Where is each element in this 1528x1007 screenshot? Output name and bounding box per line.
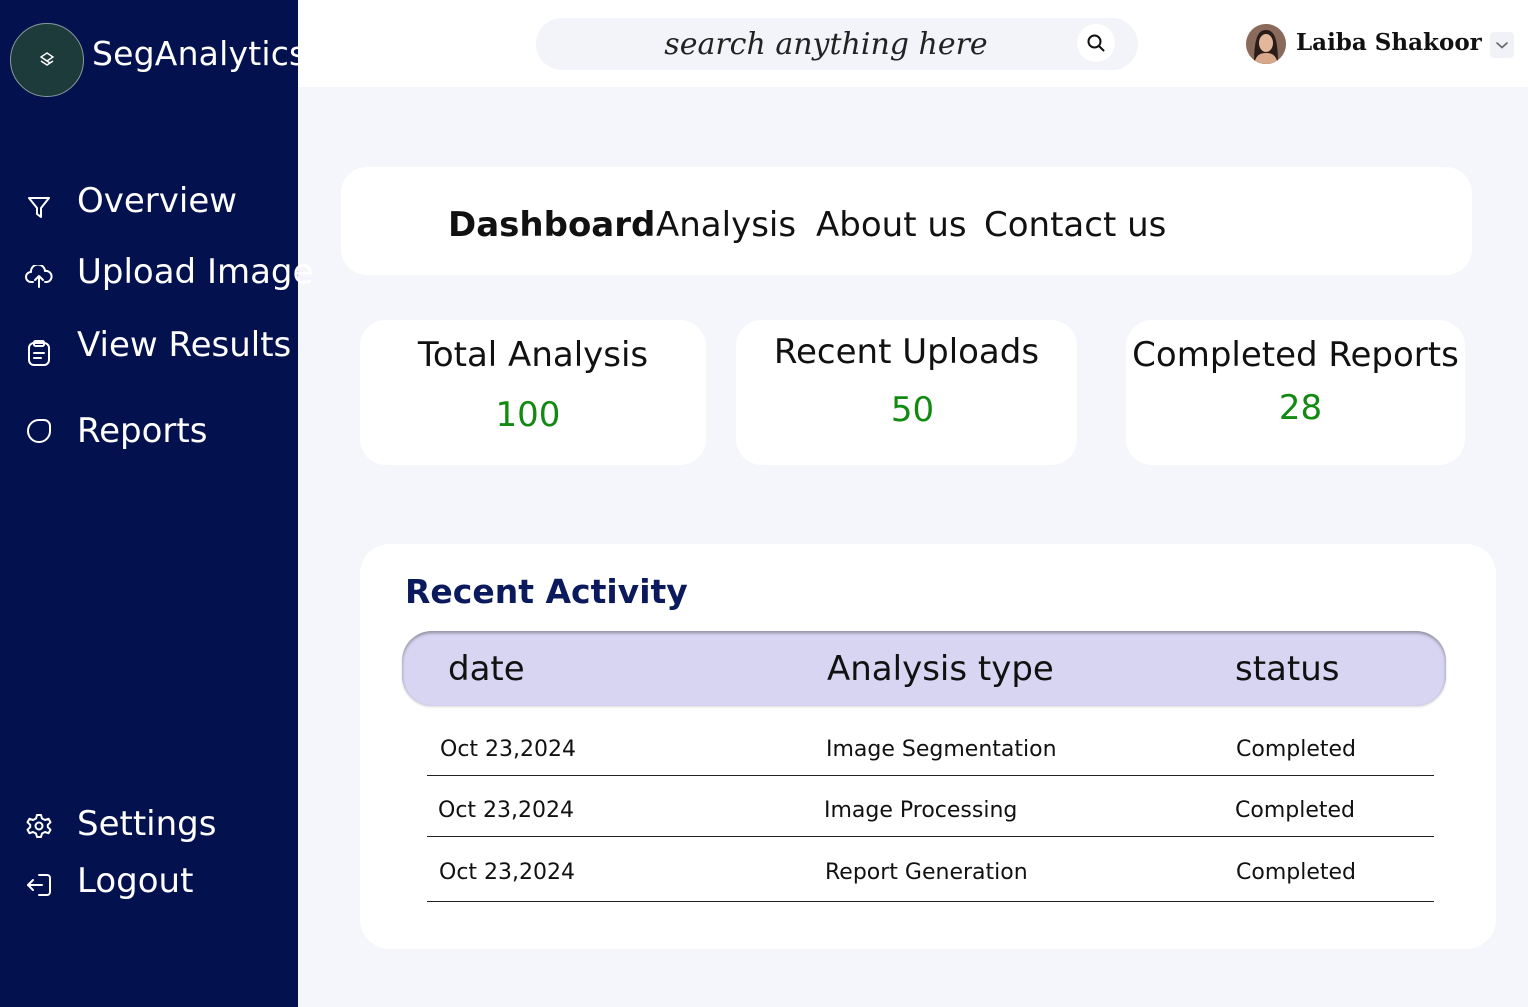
top-header: Laiba Shakoor	[298, 0, 1528, 87]
user-name[interactable]: Laiba Shakoor	[1296, 29, 1482, 56]
cell-analysis-type: Image Processing	[824, 798, 1018, 823]
table-header: date Analysis type status	[402, 631, 1446, 706]
sidebar-item-overview[interactable]: Overview	[24, 181, 237, 223]
filter-icon	[24, 193, 54, 223]
stat-value: 100	[495, 395, 561, 435]
stat-card-recent-uploads: Recent Uploads 50	[736, 320, 1077, 465]
column-header-date: date	[448, 649, 525, 689]
gear-icon	[24, 811, 54, 841]
brand-name: SegAnalytics	[92, 34, 307, 73]
sidebar-item-reports[interactable]: Reports	[24, 411, 207, 451]
clipboard-icon	[24, 338, 54, 368]
cell-status: Completed	[1236, 737, 1356, 762]
cell-status: Completed	[1235, 798, 1355, 823]
recent-activity-panel: Recent Activity date Analysis type statu…	[360, 544, 1496, 949]
sidebar-item-logout[interactable]: Logout	[24, 861, 193, 901]
cell-date: Oct 23,2024	[438, 798, 575, 823]
stat-card-completed-reports: Completed Reports 28	[1126, 320, 1465, 465]
stat-value: 50	[890, 390, 935, 430]
sidebar-item-label: Overview	[77, 181, 238, 221]
cloud-upload-icon	[24, 262, 54, 292]
cell-analysis-type: Report Generation	[825, 860, 1028, 885]
tab-analysis[interactable]: Analysis	[656, 205, 796, 245]
column-header-analysis-type: Analysis type	[827, 649, 1054, 689]
tab-dashboard[interactable]: Dashboard	[448, 205, 655, 245]
search-button[interactable]	[1077, 24, 1115, 62]
table-row[interactable]: Oct 23,2024 Report Generation Completed	[427, 837, 1434, 902]
cell-date: Oct 23,2024	[439, 860, 576, 885]
stat-value: 28	[1278, 388, 1323, 428]
sidebar-item-label: Reports	[77, 411, 208, 451]
sidebar: SegAnalytics Overview Upload Image View …	[0, 0, 313, 1007]
tab-bar: Dashboard Analysis About us Contact us	[341, 167, 1472, 275]
search-input[interactable]	[576, 24, 1076, 64]
logout-icon	[24, 870, 54, 900]
cell-date: Oct 23,2024	[440, 737, 577, 762]
stat-card-total-analysis: Total Analysis 100	[360, 320, 706, 465]
chevron-down-icon	[1496, 42, 1508, 49]
cell-status: Completed	[1236, 860, 1356, 885]
stat-title: Recent Uploads	[773, 332, 1040, 372]
sidebar-item-label: View Results	[77, 325, 292, 365]
tab-about-us[interactable]: About us	[816, 205, 967, 245]
table-row[interactable]: Oct 23,2024 Image Segmentation Completed	[427, 733, 1434, 776]
sidebar-item-settings[interactable]: Settings	[24, 804, 216, 844]
sidebar-item-label: Logout	[77, 861, 194, 901]
stat-title: Total Analysis	[417, 335, 649, 375]
table-row[interactable]: Oct 23,2024 Image Processing Completed	[427, 776, 1434, 837]
tab-contact-us[interactable]: Contact us	[984, 205, 1166, 245]
column-header-status: status	[1235, 649, 1340, 689]
user-menu-toggle[interactable]	[1490, 32, 1514, 58]
search-icon	[1087, 34, 1105, 52]
avatar[interactable]	[1246, 24, 1286, 64]
logo-icon[interactable]	[10, 23, 84, 97]
sidebar-item-view-results[interactable]: View Results	[24, 325, 291, 368]
cell-analysis-type: Image Segmentation	[826, 737, 1057, 762]
sidebar-item-label: Settings	[77, 804, 217, 844]
sidebar-item-label: Upload Image	[77, 252, 314, 292]
pie-chart-icon	[24, 416, 54, 446]
search-bar	[536, 18, 1138, 70]
sidebar-item-upload-image[interactable]: Upload Image	[24, 252, 313, 292]
section-title: Recent Activity	[405, 572, 688, 611]
stat-title: Completed Reports	[1132, 335, 1459, 375]
